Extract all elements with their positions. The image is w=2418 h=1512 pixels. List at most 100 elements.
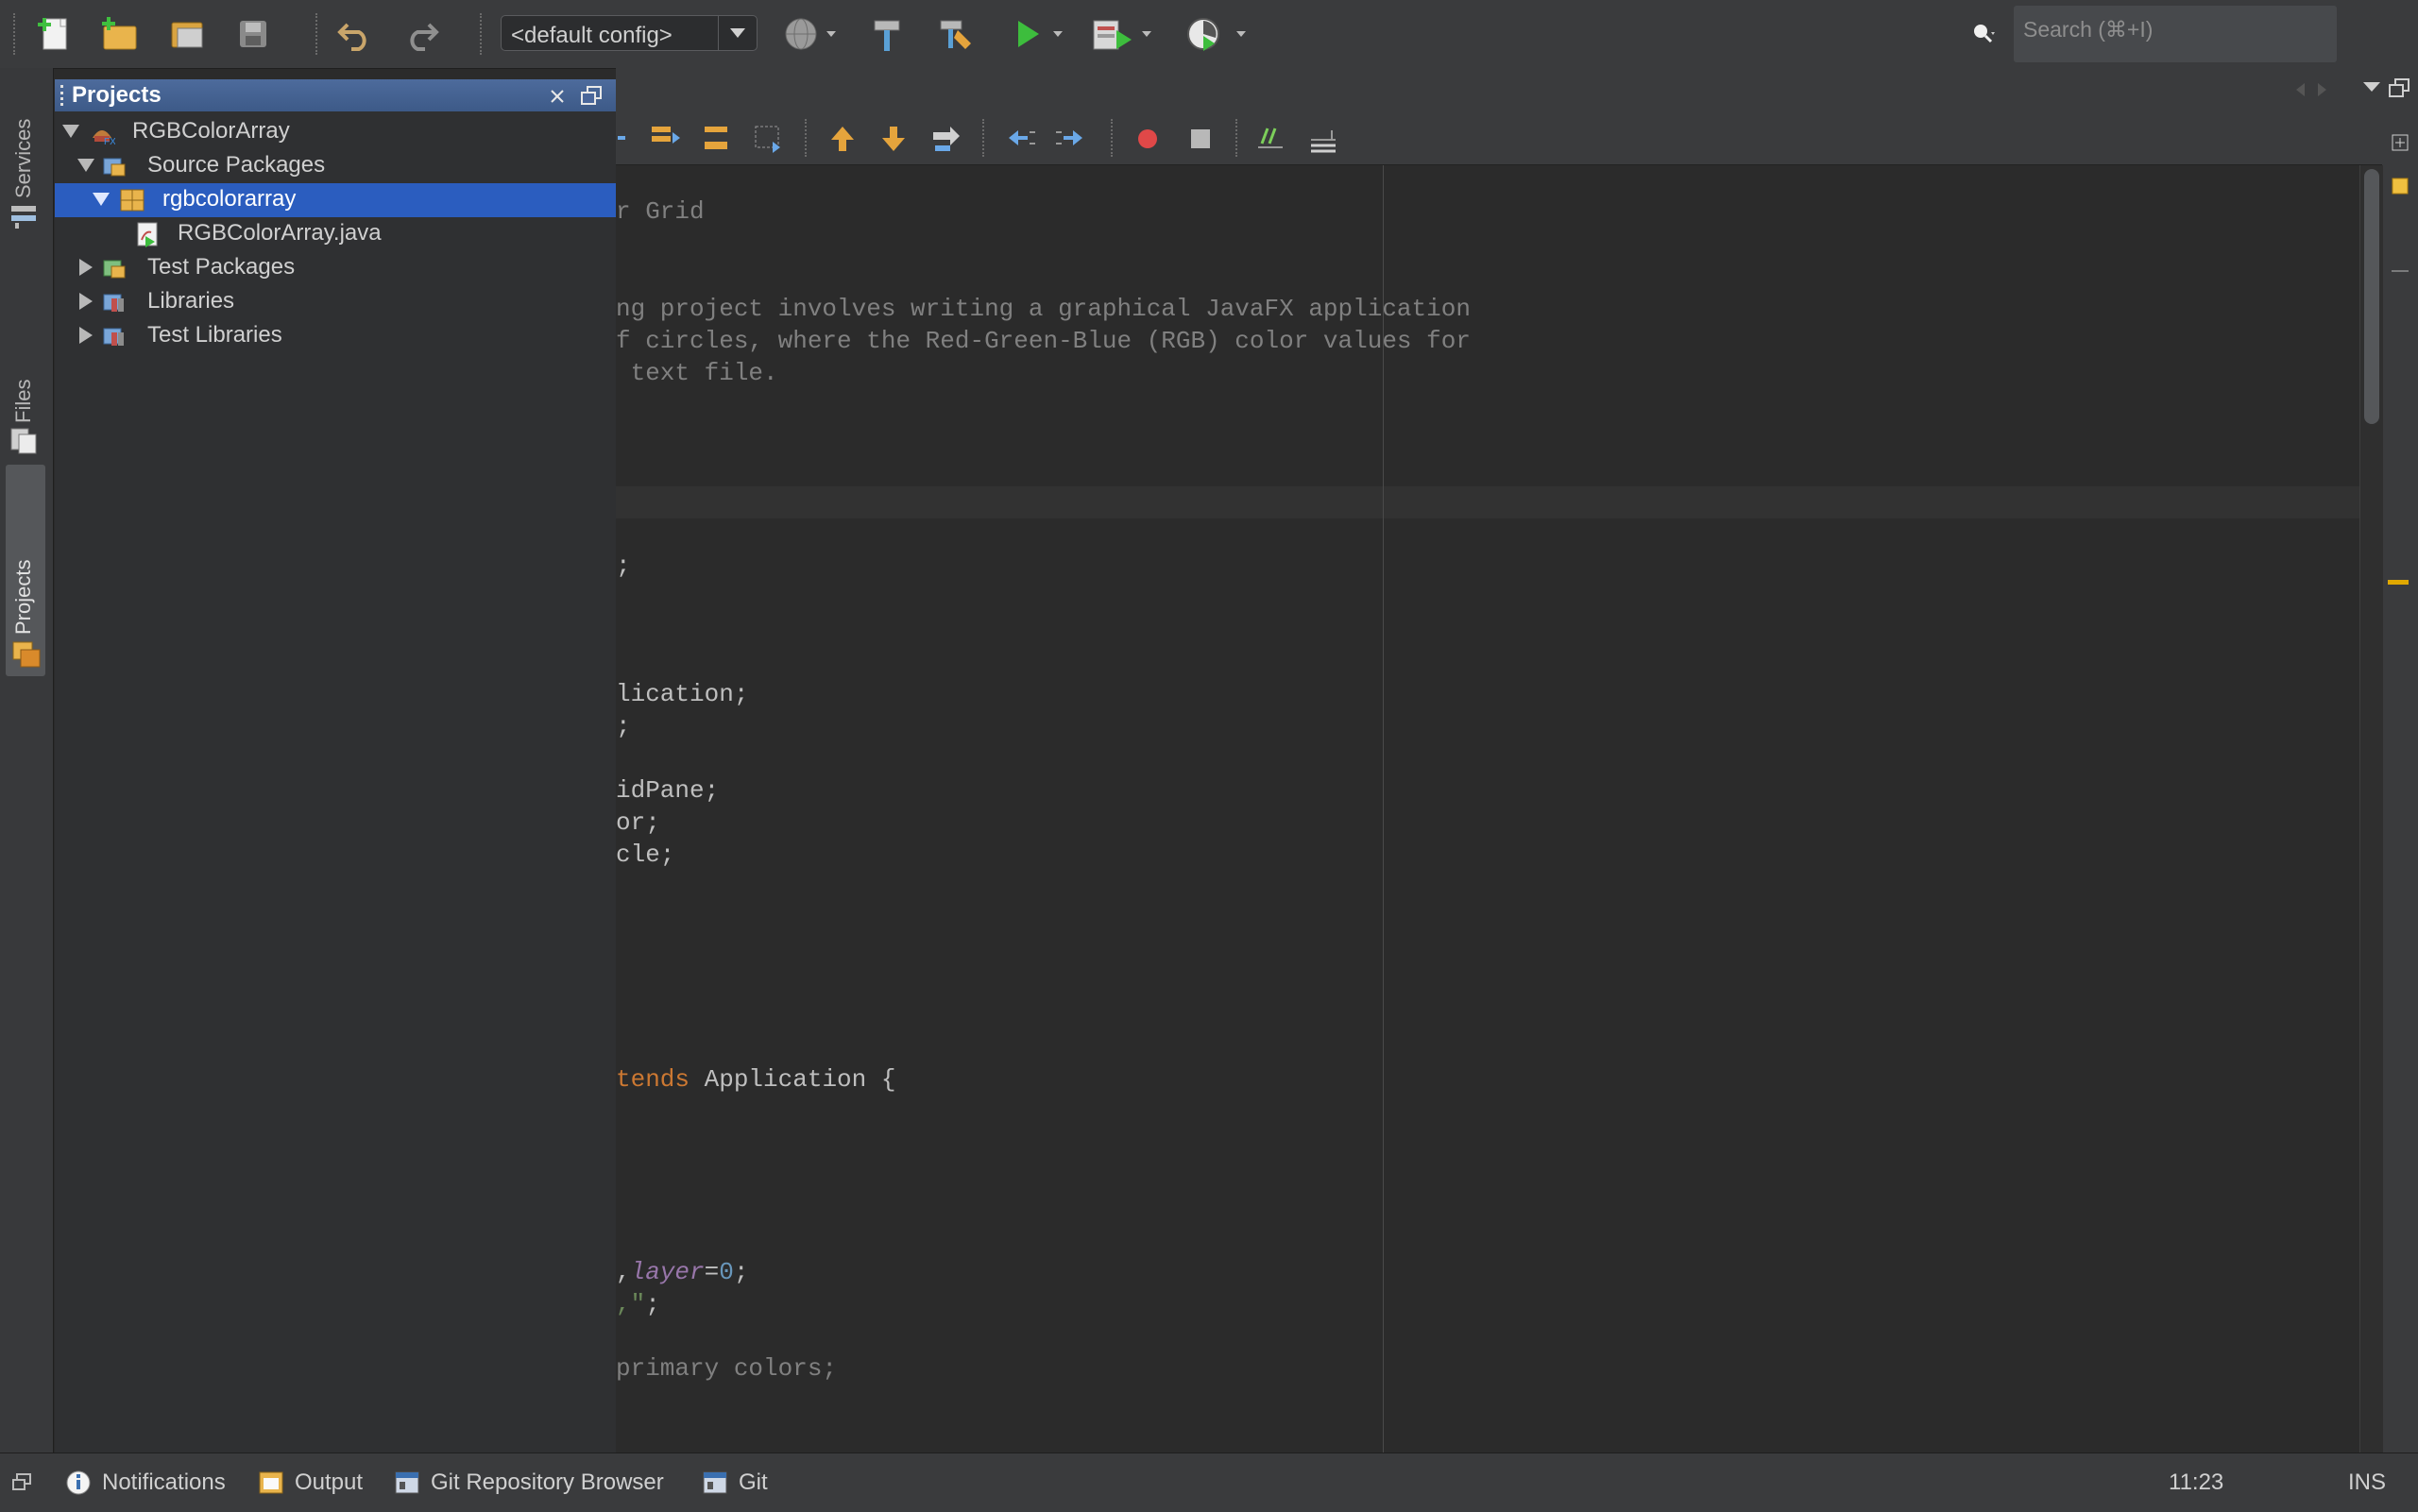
run-dropdown-button[interactable] [1047, 13, 1069, 55]
debug-button[interactable] [1092, 13, 1133, 55]
expand-arrow-icon[interactable] [93, 193, 110, 206]
toolbar-overflow-icon[interactable] [618, 136, 627, 142]
expand-arrow-icon[interactable] [79, 293, 93, 310]
scroll-tabs-left-icon[interactable] [2293, 81, 2307, 98]
status-bar: Notifications Output Git Repository Brow… [0, 1453, 2418, 1512]
code-text: ; [645, 1290, 660, 1318]
find-previous-icon[interactable] [827, 123, 860, 155]
panel-drag-handle[interactable] [60, 85, 67, 106]
search-input[interactable] [2021, 11, 2327, 47]
side-tool-rail: Services Files Projects [0, 68, 54, 1453]
stop-macro-icon[interactable] [1186, 125, 1215, 153]
git-repository-browser-label: Git Repository Browser [431, 1470, 664, 1495]
code-line: ,"; [616, 1290, 660, 1318]
code-line: r Grid [616, 197, 705, 226]
expand-editor-icon[interactable] [2390, 132, 2410, 153]
clean-build-button[interactable] [935, 13, 977, 55]
browser-select-button[interactable] [780, 13, 822, 55]
tree-node-test-libraries[interactable]: Test Libraries [55, 319, 616, 353]
warning-marker[interactable] [2388, 580, 2409, 585]
config-select[interactable]: <default config> [501, 15, 758, 51]
debug-dropdown-button[interactable] [1135, 13, 1158, 55]
profile-button[interactable] [1183, 13, 1224, 55]
svg-text:FX: FX [104, 137, 115, 145]
projects-panel-title: Projects [72, 82, 162, 108]
git-label: Git [739, 1470, 768, 1495]
restore-window-icon[interactable] [2388, 77, 2410, 98]
chevron-down-icon [826, 31, 836, 37]
tree-node-libraries[interactable]: Libraries [55, 285, 616, 319]
output-button[interactable]: Output [257, 1467, 363, 1499]
run-icon [1018, 21, 1039, 47]
file-status-icon[interactable] [2390, 176, 2410, 196]
open-project-button[interactable] [166, 13, 208, 55]
build-button[interactable] [867, 13, 909, 55]
test-packages-icon [103, 260, 126, 279]
code-operator: = [704, 1258, 720, 1286]
files-tab[interactable]: Files [6, 287, 45, 467]
insert-mode-indicator[interactable]: INS [2348, 1467, 2386, 1499]
git-button[interactable]: Git [701, 1467, 768, 1499]
notifications-button[interactable]: Notifications [64, 1467, 226, 1499]
chevron-down-icon [1053, 31, 1063, 37]
next-bookmark-icon[interactable] [701, 123, 733, 155]
code-text: , [616, 1258, 631, 1286]
tree-node-test-packages[interactable]: Test Packages [55, 251, 616, 285]
right-margin-guide [1383, 165, 1384, 1453]
tree-node-source-packages[interactable]: Source Packages [55, 149, 616, 183]
undo-icon [337, 23, 366, 51]
tree-node-package[interactable]: rgbcolorarray [55, 183, 616, 217]
scroll-tabs-right-icon[interactable] [2316, 81, 2329, 98]
services-tab[interactable]: Services [6, 85, 45, 236]
search-icon[interactable] [1970, 19, 1999, 47]
expand-arrow-icon[interactable] [79, 259, 93, 276]
tree-label: RGBColorArray [132, 118, 290, 144]
open-project-icon [171, 22, 203, 48]
code-variable: layer [630, 1258, 705, 1286]
expand-arrow-icon[interactable] [77, 159, 94, 172]
tree-node-project[interactable]: FX RGBColorArray [55, 115, 616, 149]
caret-position-marker-icon [2392, 270, 2409, 272]
tree-node-java-file[interactable]: RGBColorArray.java [55, 217, 616, 251]
git-repository-browser-button[interactable]: Git Repository Browser [393, 1467, 664, 1499]
find-next-icon[interactable] [878, 123, 911, 155]
redo-button[interactable] [400, 13, 442, 55]
chevron-down-icon[interactable] [2361, 79, 2382, 94]
record-macro-icon[interactable] [1133, 125, 1162, 153]
previous-bookmark-icon[interactable] [650, 123, 682, 155]
undo-button[interactable] [334, 13, 376, 55]
new-file-button[interactable] [34, 13, 76, 55]
new-project-button[interactable] [98, 13, 140, 55]
output-icon [259, 1471, 283, 1494]
run-button[interactable] [1007, 13, 1048, 55]
current-line-highlight [616, 486, 2359, 518]
uncomment-icon[interactable] [1307, 123, 1339, 155]
javafx-project-icon: FX [93, 130, 115, 145]
config-dropdown-arrow[interactable] [718, 16, 757, 50]
editor-vertical-scrollbar[interactable] [2359, 165, 2383, 1453]
profile-icon [1187, 18, 1219, 51]
package-icon [120, 189, 145, 212]
libraries-icon [103, 294, 124, 312]
projects-tab-label: Projects [11, 559, 35, 635]
find-selection-icon[interactable] [929, 123, 962, 155]
profile-dropdown-button[interactable] [1230, 13, 1252, 55]
minimized-windows-icon[interactable] [11, 1472, 32, 1491]
minimize-window-icon[interactable] [580, 85, 603, 106]
code-line: idPane; [616, 776, 720, 805]
code-line: cle; [616, 841, 675, 869]
code-line: text file. [616, 359, 778, 387]
code-editor[interactable]: r Grid ng project involves writing a gra… [616, 165, 2359, 1453]
scrollbar-thumb[interactable] [2364, 169, 2379, 424]
test-libraries-icon [103, 328, 124, 346]
save-all-button[interactable] [232, 13, 274, 55]
browser-dropdown-button[interactable] [820, 13, 843, 55]
expand-arrow-icon[interactable] [79, 327, 93, 344]
toggle-bookmark-icon[interactable] [752, 123, 784, 155]
projects-tab[interactable]: Projects [6, 465, 45, 676]
shift-right-icon[interactable] [1056, 123, 1088, 155]
close-icon[interactable] [548, 87, 567, 106]
comment-icon[interactable] [1254, 123, 1286, 155]
expand-arrow-icon[interactable] [62, 125, 79, 138]
shift-left-icon[interactable] [1005, 123, 1037, 155]
